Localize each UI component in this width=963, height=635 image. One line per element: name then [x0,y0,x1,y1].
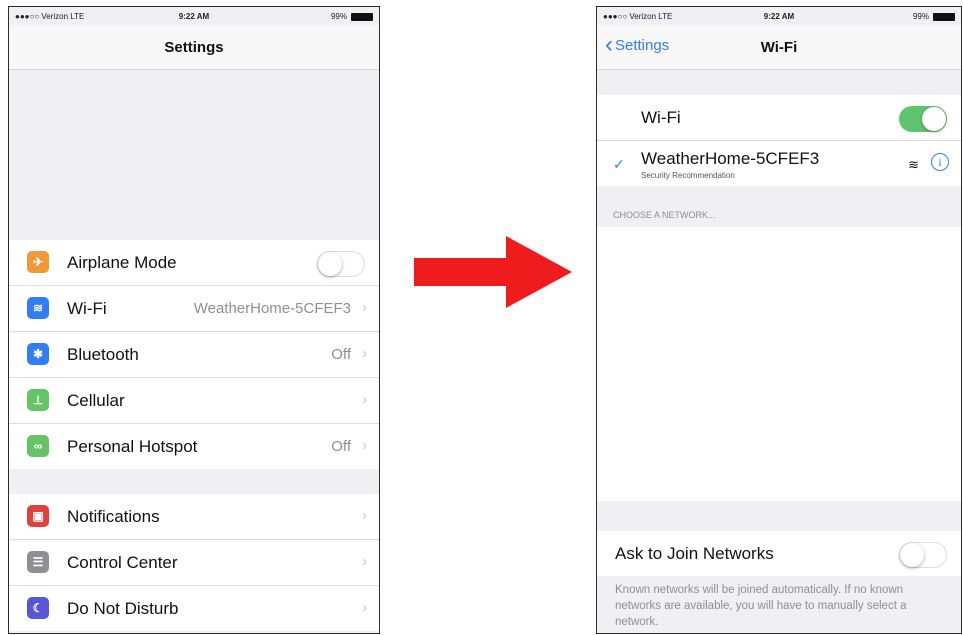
nav-bar: Settings [9,25,379,70]
settings-row-cellular[interactable]: ⊥ Cellular › [9,378,379,424]
battery-icon [933,12,955,21]
choose-network-header: CHOOSE A NETWORK... [613,210,716,220]
battery-percent: 99% [330,12,347,21]
checkmark-icon: ✓ [613,156,625,172]
ask-to-join-toggle[interactable] [899,542,947,568]
chevron-right-icon: › [362,599,367,616]
settings-row-wi-fi[interactable]: ≋ Wi-Fi WeatherHome-5CFEF3 › [9,286,379,332]
notifications-icon: ▣ [27,505,49,527]
bluetooth-icon: ✱ [27,343,49,365]
status-bar: ●●●○○ Verizon LTE 9:22 AM 99% [597,7,961,25]
airplane-icon: ✈ [27,251,49,273]
settings-row-bluetooth[interactable]: ✱ Bluetooth Off › [9,332,379,378]
transition-arrow-icon [414,236,572,308]
chevron-right-icon: › [362,507,367,524]
control-center-icon: ☰ [27,551,49,573]
settings-row-label: Cellular [67,391,125,410]
chevron-right-icon: › [362,391,367,408]
cellular-icon: ⊥ [27,389,49,411]
settings-row-label: Bluetooth [67,345,139,364]
battery-percent: 99% [912,12,929,21]
nav-bar: ‹ Settings Wi-Fi [597,25,961,70]
toggle-knob [922,107,946,131]
battery-indicator: 99% [331,12,373,21]
hotspot-icon: ∞ [27,435,49,457]
page-title: Wi-Fi [760,39,798,56]
ask-to-join-footer: Known networks will be joined automatica… [615,584,907,628]
settings-row-value: Off [331,346,351,363]
settings-row-value: Off [331,438,351,455]
chevron-right-icon: › [362,553,367,570]
toggle-knob [900,543,924,567]
ask-to-join-group: Ask to Join Networks [597,531,961,576]
chevron-right-icon: › [362,299,367,316]
network-list [597,227,961,501]
clock: 9:22 AM [178,12,210,21]
settings-row-label: Personal Hotspot [67,437,198,456]
settings-row-value: WeatherHome-5CFEF3 [193,300,351,317]
settings-row-label: Control Center [67,553,178,572]
settings-row-notifications[interactable]: ▣ Notifications › [9,494,379,540]
settings-row-label: Do Not Disturb [67,599,179,618]
settings-row-personal-hotspot[interactable]: ∞ Personal Hotspot Off › [9,424,379,469]
page-title: Settings [164,39,224,56]
wifi-toggle[interactable] [899,106,947,132]
settings-row-do-not-disturb[interactable]: ☾ Do Not Disturb › [9,586,379,631]
wifi-icon: ≋ [27,297,49,319]
airplane-mode-toggle[interactable] [317,251,365,277]
settings-row-label: Wi-Fi [67,299,107,318]
settings-row-label: Notifications [67,507,160,526]
ask-to-join-row: Ask to Join Networks [597,531,961,576]
clock: 9:22 AM [763,12,795,21]
do-not-disturb-icon: ☾ [27,597,49,619]
wifi-toggle-row: Wi-Fi [597,95,961,141]
settings-row-airplane-mode[interactable]: ✈ Airplane Mode [9,240,379,286]
system-group: ▣ Notifications › ☰ Control Center › ☾ Do Not D… [9,494,379,631]
wifi-screen: ●●●○○ Verizon LTE 9:22 AM 99% ‹ Settings… [596,6,962,634]
network-name: WeatherHome-5CFEF3 [641,149,820,168]
chevron-right-icon: › [362,345,367,362]
toggle-knob [318,252,342,276]
connectivity-group: ✈ Airplane Mode ≋ Wi-Fi WeatherHome-5CFEF3 › ✱… [9,240,379,469]
wifi-label: Wi-Fi [641,108,681,127]
battery-icon [351,12,373,21]
connected-network-row[interactable]: ✓ WeatherHome-5CFEF3 Security Recommenda… [597,141,961,186]
info-icon[interactable]: i [931,153,949,171]
chevron-right-icon: › [362,437,367,454]
wifi-signal-icon: ≋ [908,157,919,172]
ask-to-join-label: Ask to Join Networks [615,544,774,563]
status-bar: ●●●○○ Verizon LTE 9:22 AM 99% [9,7,379,25]
wifi-group: Wi-Fi ✓ WeatherHome-5CFEF3 Security Reco… [597,95,961,186]
settings-row-label: Airplane Mode [67,253,177,272]
settings-screen: ●●●○○ Verizon LTE 9:22 AM 99% Settings ✈… [8,6,380,634]
battery-indicator: 99% [913,12,955,21]
network-subtitle: Security Recommendation [641,171,735,180]
settings-row-control-center[interactable]: ☰ Control Center › [9,540,379,586]
